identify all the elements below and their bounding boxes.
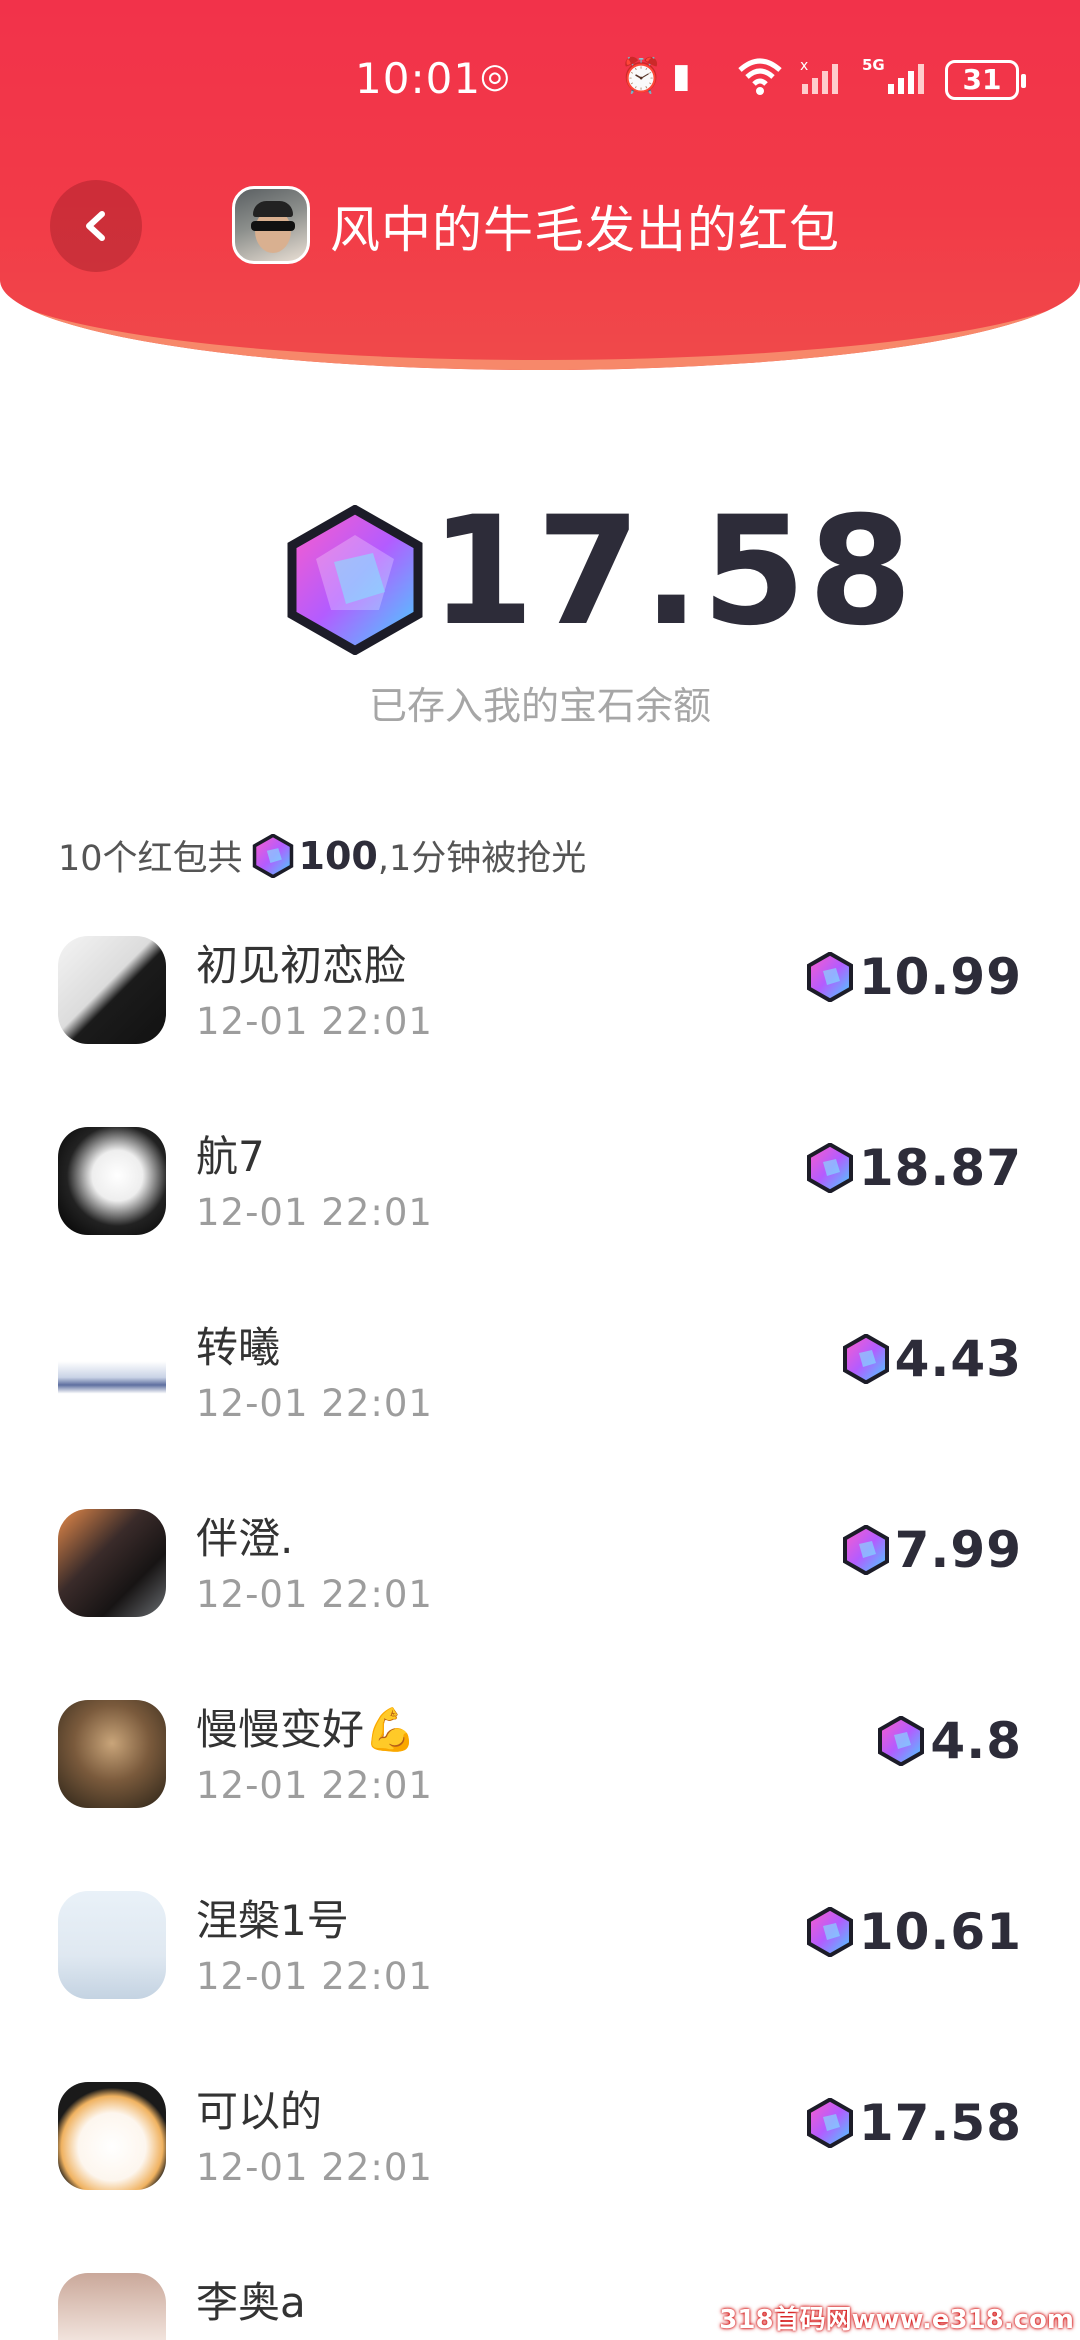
avatar[interactable]	[58, 1509, 166, 1617]
list-item[interactable]: 可以的 12-01 22:01 17.58	[0, 2066, 1080, 2257]
claim-amount: 17.58	[805, 2094, 1022, 2152]
claim-time: 12-01 22:01	[196, 1573, 433, 1616]
chevron-left-icon	[86, 211, 105, 241]
claim-time: 12-01 22:01	[196, 1764, 433, 1807]
list-item[interactable]: 转曦 12-01 22:01 4.43	[0, 1302, 1080, 1493]
header-curve	[0, 250, 1080, 370]
balance-note: 已存入我的宝石余额	[368, 684, 711, 728]
signal-5g-icon: 5G	[862, 56, 932, 105]
user-name: 李奥a	[196, 2278, 306, 2327]
back-button[interactable]	[50, 180, 142, 272]
claim-amount: 10.99	[805, 948, 1022, 1006]
user-name: 慢慢变好💪	[196, 1705, 417, 1754]
user-name: 伴澄.	[196, 1514, 294, 1563]
sender-avatar[interactable]	[232, 186, 310, 264]
gem-icon	[842, 1525, 889, 1575]
red-packet-summary: 10个红包共 100 ,1分钟被抢光	[58, 830, 586, 881]
amount-value: 10.99	[858, 948, 1022, 1006]
amount-value: 10.61	[858, 1903, 1022, 1961]
user-name: 航7	[196, 1132, 265, 1181]
battery-indicator: 31	[945, 60, 1026, 100]
gem-icon	[806, 2098, 853, 2148]
gem-icon	[287, 505, 423, 655]
list-item[interactable]: 慢慢变好💪 12-01 22:01 4.8	[0, 1684, 1080, 1875]
received-amount: 17.58	[430, 485, 915, 659]
amount-value: 7.99	[894, 1521, 1022, 1579]
status-time: 10:01	[355, 54, 482, 103]
list-item[interactable]: 航7 12-01 22:01 18.87	[0, 1111, 1080, 1302]
summary-prefix: 10个红包共	[58, 839, 243, 879]
amount-value: 4.43	[894, 1330, 1022, 1388]
page-title: 风中的牛毛发出的红包	[330, 201, 840, 259]
avatar[interactable]	[58, 1127, 166, 1235]
svg-text:x: x	[800, 58, 808, 74]
avatar[interactable]	[58, 936, 166, 1044]
avatar[interactable]	[58, 2273, 166, 2340]
claim-amount: 4.43	[841, 1330, 1022, 1388]
list-item[interactable]: 初见初恋脸 12-01 22:01 10.99	[0, 920, 1080, 1111]
claim-time: 12-01 22:01	[196, 1382, 433, 1425]
avatar[interactable]	[58, 1891, 166, 1999]
claim-amount: 10.61	[805, 1903, 1022, 1961]
header-bar: 10:01 ◎ ⏰ ▮ x 5G 31 风中的牛毛发出的红包	[0, 0, 1080, 370]
user-name: 涅槃1号	[196, 1896, 349, 1945]
claim-time: 12-01 22:01	[196, 1955, 433, 1998]
vibrate-icon: ▮	[672, 56, 691, 96]
user-name: 初见初恋脸	[196, 941, 407, 990]
avatar[interactable]	[58, 1700, 166, 1808]
amount-value: 18.87	[858, 1139, 1022, 1197]
claim-amount: 4.8	[876, 1712, 1022, 1770]
claim-records-list: 初见初恋脸 12-01 22:01 10.99 航7 12-01 22:01 1…	[0, 920, 1080, 2340]
avatar[interactable]	[58, 2082, 166, 2190]
claim-time: 12-01 22:01	[196, 1000, 433, 1043]
claim-time: 12-01 22:01	[196, 2146, 433, 2189]
avatar[interactable]	[58, 1318, 166, 1426]
gem-icon	[252, 833, 293, 878]
summary-total: 100	[298, 833, 378, 878]
alarm-icon: ⏰	[620, 56, 663, 96]
claim-time: 12-01 22:01	[196, 1191, 433, 1234]
status-bar: 10:01 ◎ ⏰ ▮ x 5G 31	[0, 40, 1080, 120]
amount-value: 4.8	[930, 1712, 1022, 1770]
svg-text:5G: 5G	[862, 56, 885, 74]
gem-icon	[842, 1334, 889, 1384]
summary-suffix: ,1分钟被抢光	[377, 839, 587, 879]
claim-amount: 18.87	[805, 1139, 1022, 1197]
claim-amount: 7.99	[841, 1521, 1022, 1579]
signal-icon: x	[800, 56, 850, 105]
location-icon: ◎	[480, 56, 510, 96]
gem-icon	[806, 952, 853, 1002]
amount-value: 17.58	[858, 2094, 1022, 2152]
gem-icon	[806, 1143, 853, 1193]
list-item[interactable]: 伴澄. 12-01 22:01 7.99	[0, 1493, 1080, 1684]
wifi-icon	[738, 56, 782, 105]
gem-icon	[878, 1716, 925, 1766]
gem-icon	[806, 1907, 853, 1957]
user-name: 转曦	[196, 1323, 281, 1372]
watermark: 318首码网www.e318.com	[719, 2305, 1074, 2335]
user-name: 可以的	[196, 2087, 323, 2136]
list-item[interactable]: 涅槃1号 12-01 22:01 10.61	[0, 1875, 1080, 2066]
